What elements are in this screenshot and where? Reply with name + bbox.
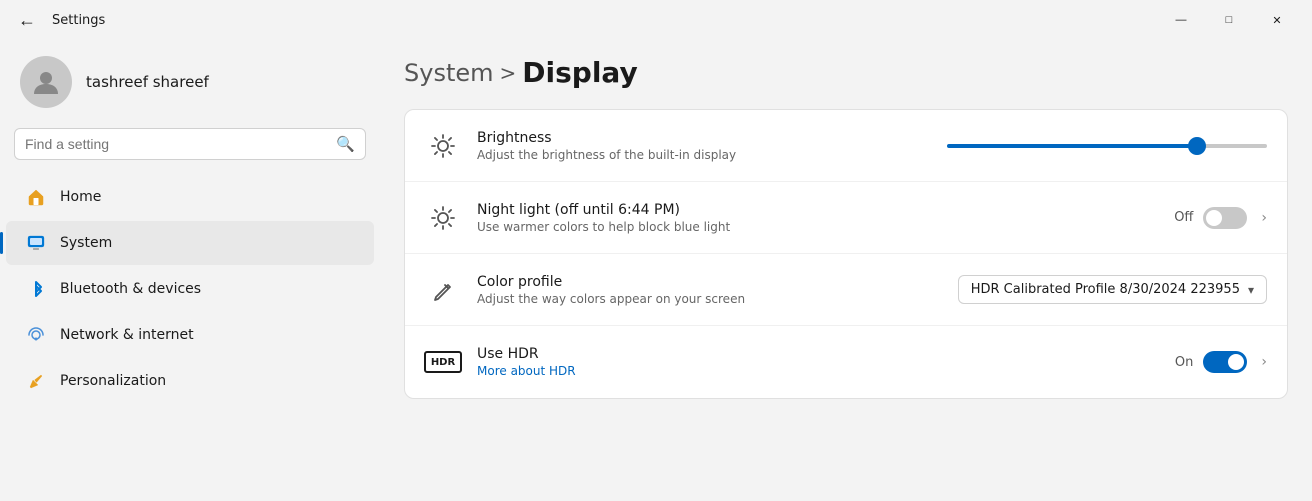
sidebar-item-bluetooth-label: Bluetooth & devices [60,281,201,297]
color-profile-desc: Adjust the way colors appear on your scr… [477,292,942,306]
avatar [20,56,72,108]
brightness-title: Brightness [477,130,931,146]
color-profile-row: Color profile Adjust the way colors appe… [405,254,1287,326]
content-area: System > Display [380,36,1312,501]
night-light-toggle-thumb [1206,210,1222,226]
night-light-chevron-icon: › [1261,210,1267,226]
title-bar-left: ← Settings [12,8,105,33]
search-box[interactable]: 🔍 [14,128,366,160]
color-profile-text: Color profile Adjust the way colors appe… [477,274,942,306]
brightness-text: Brightness Adjust the brightness of the … [477,130,931,162]
brightness-desc: Adjust the brightness of the built-in di… [477,148,931,162]
use-hdr-chevron-icon: › [1261,354,1267,370]
bluetooth-icon [26,279,46,299]
sidebar-item-home[interactable]: Home [6,175,374,219]
chevron-down-icon: ▾ [1248,283,1254,297]
breadcrumb: System > Display [404,56,1288,89]
night-light-icon [425,200,461,236]
sidebar-item-system-label: System [60,235,112,251]
color-profile-dropdown-value: HDR Calibrated Profile 8/30/2024 223955 [971,282,1240,297]
sidebar-item-personalization[interactable]: Personalization [6,359,374,403]
slider-thumb[interactable] [1188,137,1206,155]
app-title: Settings [52,13,105,28]
brightness-row: Brightness Adjust the brightness of the … [405,110,1287,182]
breadcrumb-parent: System [404,59,494,87]
settings-card: Brightness Adjust the brightness of the … [404,109,1288,399]
use-hdr-toggle-thumb [1228,354,1244,370]
window-controls: — □ ✕ [1158,4,1300,36]
sidebar-item-network[interactable]: Network & internet [6,313,374,357]
color-profile-icon [425,272,461,308]
color-profile-dropdown[interactable]: HDR Calibrated Profile 8/30/2024 223955 … [958,275,1267,304]
breadcrumb-separator: > [500,61,517,85]
main-layout: tashreef shareef 🔍 Home [0,36,1312,501]
use-hdr-text: Use HDR More about HDR [477,346,1159,378]
hdr-badge: HDR [424,351,462,373]
minimize-button[interactable]: — [1158,4,1204,36]
sidebar-item-home-label: Home [60,189,101,205]
night-light-control: Off › [1174,207,1267,229]
search-input[interactable] [25,136,328,152]
sidebar: tashreef shareef 🔍 Home [0,36,380,501]
night-light-title: Night light (off until 6:44 PM) [477,202,1158,218]
brightness-slider[interactable] [947,144,1267,148]
personalization-icon [26,371,46,391]
maximize-button[interactable]: □ [1206,4,1252,36]
night-light-toggle[interactable] [1203,207,1247,229]
user-section: tashreef shareef [0,36,380,128]
use-hdr-title: Use HDR [477,346,1159,362]
network-icon [26,325,46,345]
close-button[interactable]: ✕ [1254,4,1300,36]
use-hdr-toggle-label: On [1175,355,1193,370]
title-bar: ← Settings — □ ✕ [0,0,1312,36]
home-icon [26,187,46,207]
use-hdr-row[interactable]: HDR Use HDR More about HDR On › [405,326,1287,398]
sidebar-item-personalization-label: Personalization [60,373,166,389]
use-hdr-control: On › [1175,351,1267,373]
night-light-desc: Use warmer colors to help block blue lig… [477,220,1158,234]
system-icon [26,233,46,253]
brightness-control [947,144,1267,148]
breadcrumb-current: Display [522,56,637,89]
sidebar-item-system[interactable]: System [6,221,374,265]
back-button[interactable]: ← [12,8,42,33]
sidebar-item-bluetooth[interactable]: Bluetooth & devices [6,267,374,311]
brightness-icon [425,128,461,164]
night-light-row[interactable]: Night light (off until 6:44 PM) Use warm… [405,182,1287,254]
color-profile-control: HDR Calibrated Profile 8/30/2024 223955 … [958,275,1267,304]
sidebar-item-network-label: Network & internet [60,327,194,343]
username: tashreef shareef [86,73,209,91]
hdr-icon: HDR [425,344,461,380]
search-icon: 🔍 [336,135,355,153]
color-profile-title: Color profile [477,274,942,290]
use-hdr-link[interactable]: More about HDR [477,364,1159,378]
use-hdr-toggle[interactable] [1203,351,1247,373]
night-light-toggle-label: Off [1174,210,1193,225]
night-light-text: Night light (off until 6:44 PM) Use warm… [477,202,1158,234]
